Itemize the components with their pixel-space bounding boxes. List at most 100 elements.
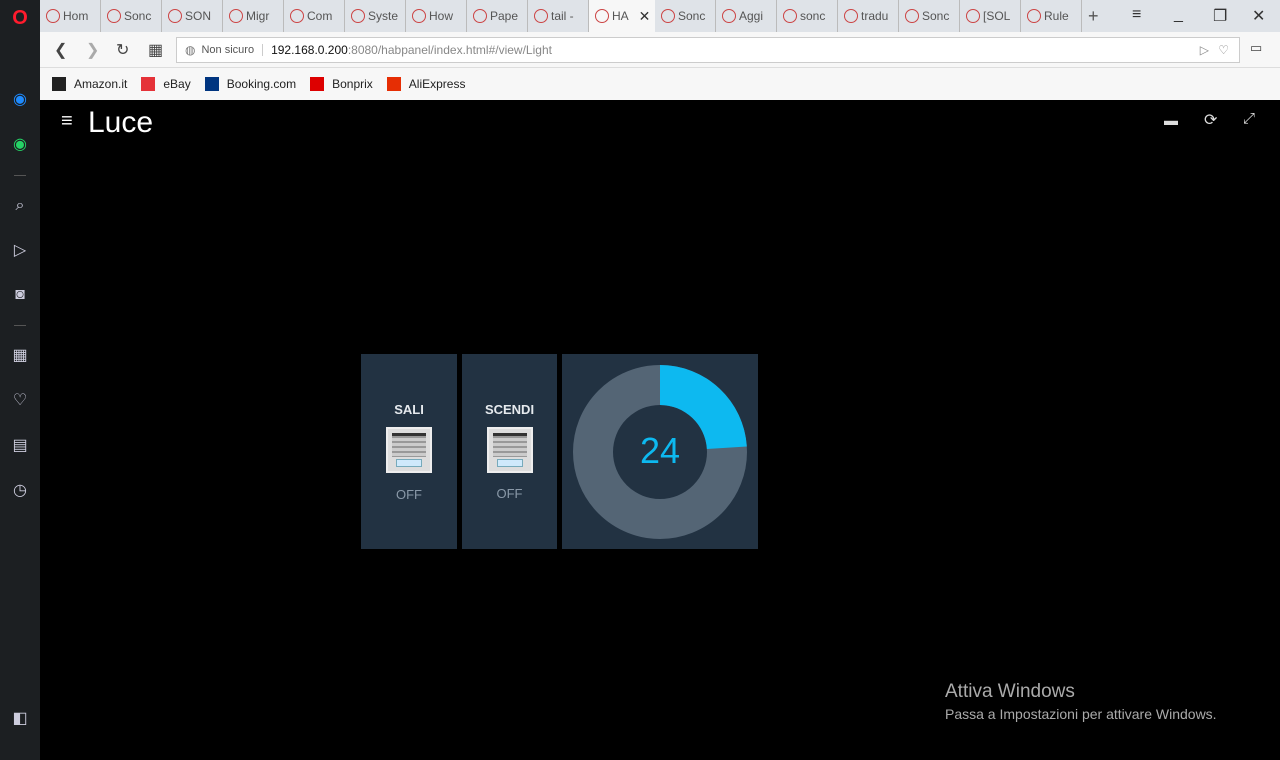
widget-label: SALI bbox=[394, 402, 424, 417]
speed-dial-button[interactable]: ▦ bbox=[148, 40, 163, 60]
tab[interactable]: tradu bbox=[838, 0, 899, 32]
tab-label: How bbox=[429, 9, 454, 23]
send-page-icon[interactable]: ▷ bbox=[1200, 43, 1209, 57]
tab-favicon-icon bbox=[722, 9, 736, 23]
battery-icon[interactable]: ▭ bbox=[1250, 40, 1262, 56]
tab[interactable]: How bbox=[406, 0, 467, 32]
tab[interactable]: Syste bbox=[345, 0, 406, 32]
gauge-widget[interactable]: 24 bbox=[562, 354, 758, 549]
tab[interactable]: Sonc bbox=[899, 0, 960, 32]
maximize-button[interactable]: ❐ bbox=[1213, 6, 1227, 26]
switch-widget-scendi[interactable]: SCENDI OFF bbox=[462, 354, 557, 549]
tab-label: tradu bbox=[861, 9, 889, 23]
tab[interactable]: tail - bbox=[528, 0, 589, 32]
bookmarks-bar: Amazon.it eBay Booking.com Bonprix AliExpres… bbox=[40, 68, 1280, 100]
whatsapp-icon[interactable]: ◉ bbox=[8, 133, 32, 157]
speech-icon[interactable]: ▬ bbox=[1164, 112, 1178, 128]
tab-label: Sonc bbox=[922, 9, 950, 23]
tab-label: HA bbox=[612, 9, 629, 23]
messenger-icon[interactable]: ◉ bbox=[8, 88, 32, 112]
tab-label: Migr bbox=[246, 9, 270, 23]
bookmark-item[interactable]: eBay bbox=[141, 77, 191, 91]
bookmark-favicon-icon bbox=[141, 77, 156, 91]
tab[interactable]: Aggi bbox=[716, 0, 777, 32]
tab-favicon-icon bbox=[661, 9, 675, 23]
sidebar-toggle-icon[interactable]: ◧ bbox=[8, 707, 32, 731]
new-tab-button[interactable]: + bbox=[1082, 0, 1110, 32]
tab[interactable]: Com bbox=[284, 0, 345, 32]
tab-label: Rule bbox=[1044, 9, 1069, 23]
url-path: :8080/habpanel/index.html#/view/Light bbox=[347, 43, 552, 57]
bookmark-favicon-icon bbox=[310, 77, 325, 91]
switch-widget-sali[interactable]: SALI OFF bbox=[361, 354, 457, 549]
bookmark-heart-icon[interactable]: ♡ bbox=[1218, 43, 1229, 57]
tab-favicon-icon bbox=[783, 9, 797, 23]
tab[interactable]: Hom bbox=[40, 0, 101, 32]
tab-favicon-icon bbox=[107, 9, 121, 23]
gauge-value: 24 bbox=[639, 430, 681, 471]
opera-logo-icon[interactable]: O bbox=[8, 6, 32, 30]
tab[interactable]: Rule bbox=[1021, 0, 1082, 32]
heart-icon[interactable]: ♡ bbox=[8, 389, 32, 413]
tab-favicon-icon bbox=[473, 9, 487, 23]
tab[interactable]: sonc bbox=[777, 0, 838, 32]
tab[interactable]: [SOL bbox=[960, 0, 1021, 32]
tab-favicon-icon bbox=[966, 9, 980, 23]
tab-label: [SOL bbox=[983, 9, 1011, 23]
fullscreen-icon[interactable]: ⤢ bbox=[1243, 110, 1255, 127]
speed-dial-icon[interactable]: ▦ bbox=[8, 344, 32, 368]
bookmark-item[interactable]: Booking.com bbox=[204, 77, 296, 91]
back-button[interactable]: ❮ bbox=[54, 40, 67, 60]
camera-icon[interactable]: ◙ bbox=[8, 283, 32, 307]
tab-label: tail - bbox=[551, 9, 574, 23]
reload-button[interactable]: ↻ bbox=[116, 40, 129, 60]
tab-favicon-icon bbox=[351, 9, 365, 23]
tab-favicon-icon bbox=[229, 9, 243, 23]
tab-label: Syste bbox=[368, 9, 399, 23]
activation-watermark-title: Attiva Windows bbox=[945, 681, 1075, 702]
tab-label: sonc bbox=[800, 9, 826, 23]
news-icon[interactable]: ▤ bbox=[8, 434, 32, 458]
tab[interactable]: HA ✕ bbox=[589, 0, 655, 32]
bookmark-label: Bonprix bbox=[332, 77, 373, 91]
activation-watermark-subtitle: Passa a Impostazioni per attivare Window… bbox=[945, 706, 1217, 722]
send-icon[interactable]: ▷ bbox=[8, 239, 32, 263]
page-title: Luce bbox=[88, 106, 154, 139]
widget-state: OFF bbox=[496, 486, 523, 501]
tab[interactable]: Sonc bbox=[655, 0, 716, 32]
address-bar-row: ❮ ❯ ↻ ▦ ◍ Non sicuro 192.168.0.200 :8080… bbox=[40, 32, 1280, 68]
tab[interactable]: SON bbox=[162, 0, 223, 32]
bookmark-favicon-icon bbox=[386, 77, 401, 91]
bookmark-label: eBay bbox=[163, 77, 191, 91]
tab[interactable]: Migr bbox=[223, 0, 284, 32]
tab-label: Com bbox=[307, 9, 333, 23]
url-host: 192.168.0.200 bbox=[271, 43, 348, 57]
search-icon[interactable]: ⌕ bbox=[8, 194, 32, 218]
refresh-icon[interactable]: ⟳ bbox=[1204, 110, 1217, 130]
bookmark-item[interactable]: Bonprix bbox=[310, 77, 373, 91]
bookmark-item[interactable]: AliExpress bbox=[386, 77, 466, 91]
rollershutter-icon bbox=[386, 427, 432, 473]
tab[interactable]: Pape bbox=[467, 0, 528, 32]
minimize-button[interactable]: _ bbox=[1174, 6, 1183, 24]
opera-sidebar: O ◉ ◉ ⌕ ▷ ◙ ▦ ♡ ▤ ◷ ◧ bbox=[0, 0, 40, 760]
tab-label: Sonc bbox=[678, 9, 706, 23]
tab-label: Sonc bbox=[124, 9, 152, 23]
bookmark-item[interactable]: Amazon.it bbox=[52, 77, 127, 91]
url-input[interactable]: ◍ Non sicuro 192.168.0.200 :8080/habpane… bbox=[176, 37, 1240, 63]
security-label[interactable]: Non sicuro bbox=[201, 44, 264, 56]
forward-button[interactable]: ❯ bbox=[86, 40, 99, 60]
menu-icon[interactable]: ≡ bbox=[61, 110, 73, 133]
close-tab-icon[interactable]: ✕ bbox=[639, 8, 651, 25]
close-window-button[interactable]: ✕ bbox=[1252, 6, 1265, 26]
widget-state: OFF bbox=[396, 487, 422, 502]
history-icon[interactable]: ◷ bbox=[8, 479, 32, 503]
tab-favicon-icon bbox=[168, 9, 182, 23]
tab[interactable]: Sonc bbox=[101, 0, 162, 32]
widget-label: SCENDI bbox=[484, 402, 535, 417]
tab-favicon-icon bbox=[1027, 9, 1041, 23]
tab-menu-icon[interactable]: ≡ bbox=[1132, 6, 1141, 24]
bookmark-label: AliExpress bbox=[408, 77, 466, 91]
tab-label: Aggi bbox=[739, 9, 764, 23]
bookmark-label: Amazon.it bbox=[74, 77, 128, 91]
